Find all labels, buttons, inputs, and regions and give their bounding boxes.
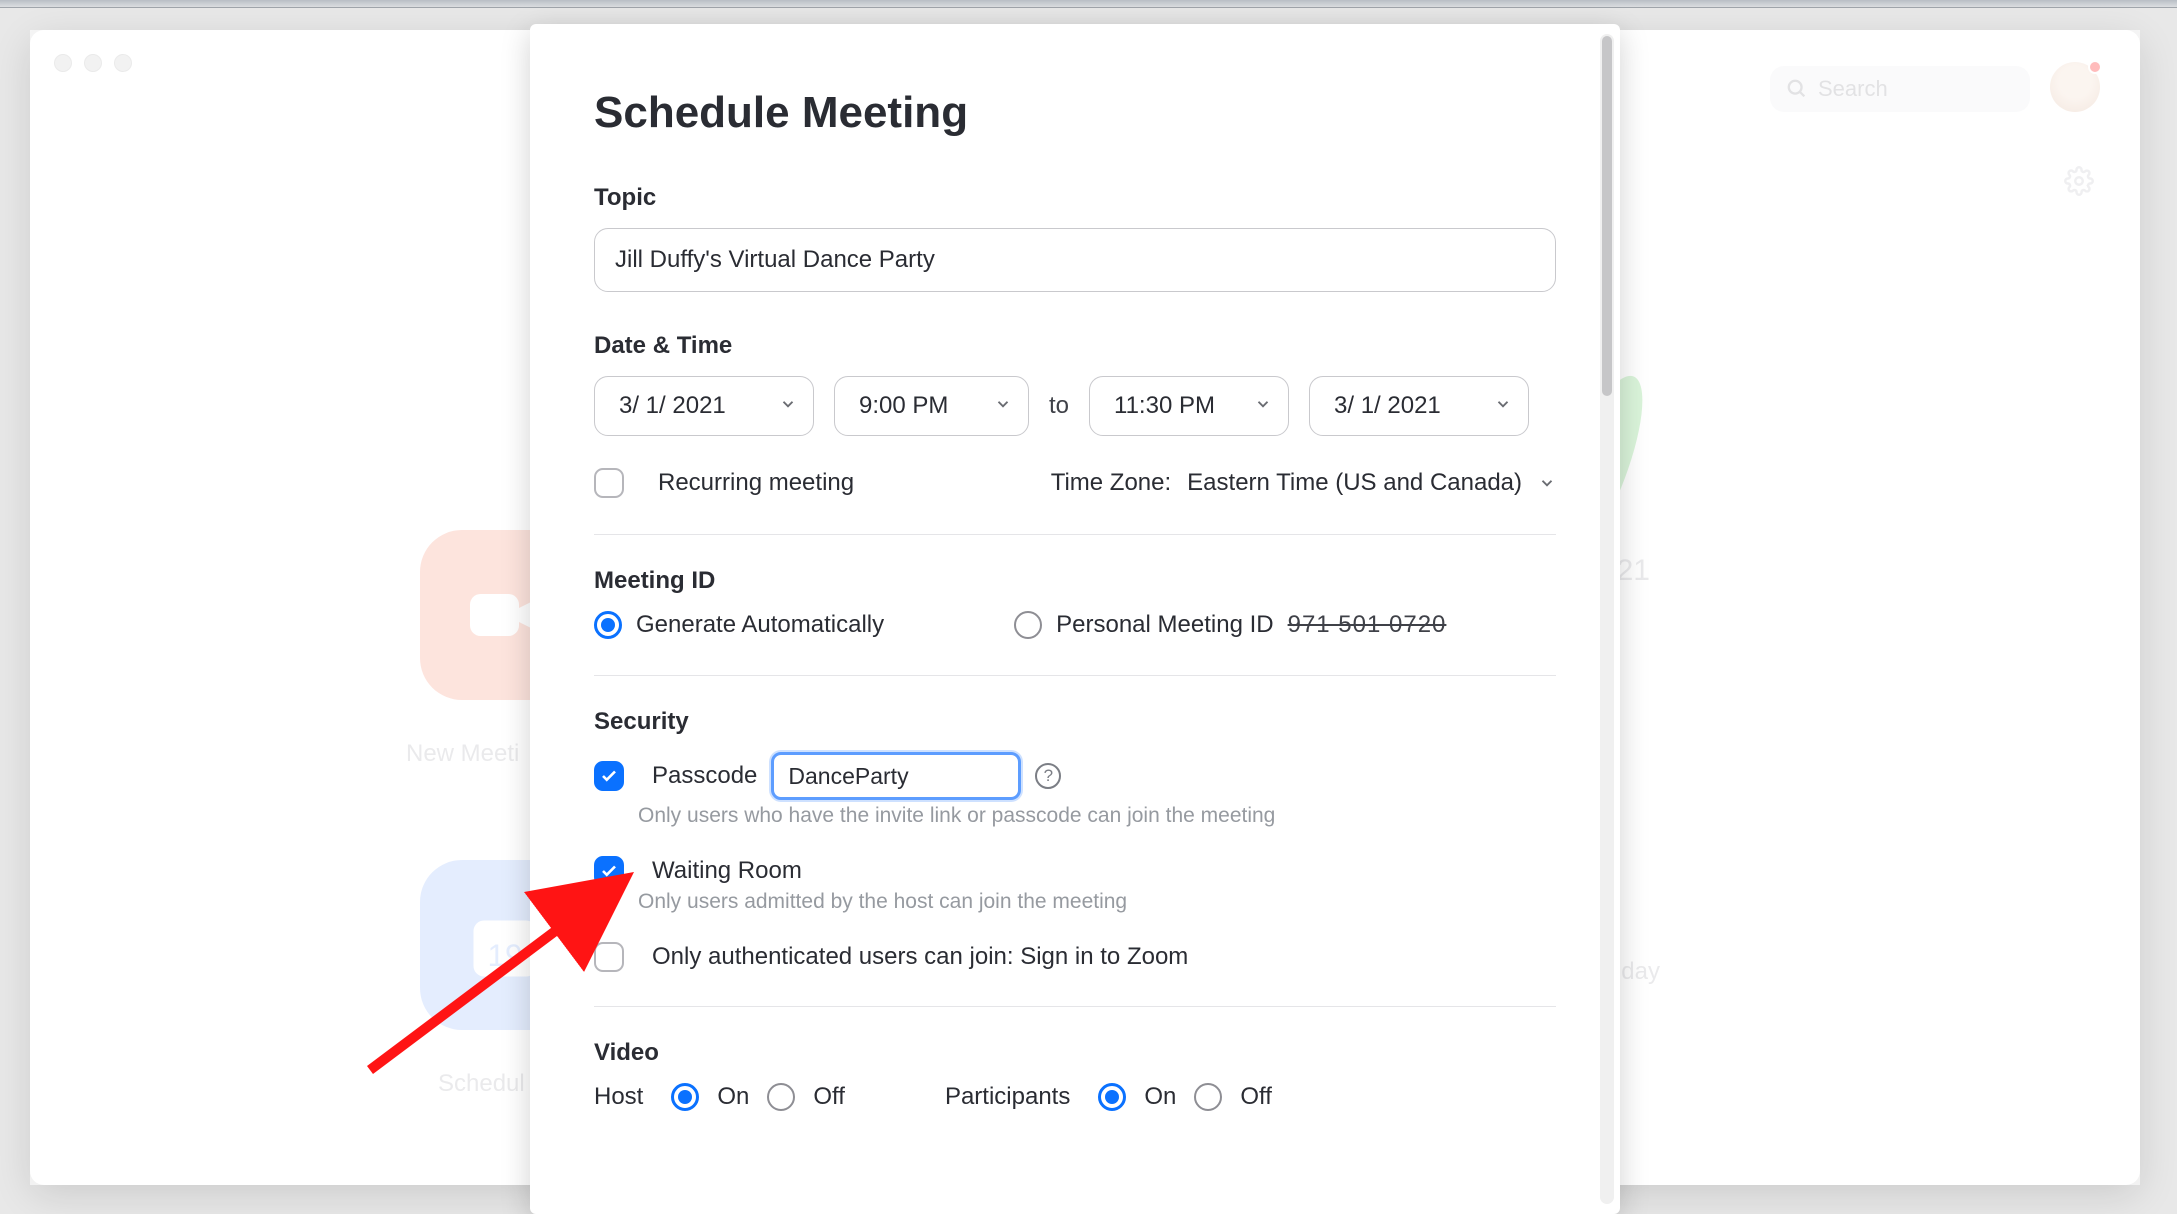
topic-input[interactable] [594,228,1556,292]
auth-users-checkbox[interactable] [594,942,624,972]
auth-users-label: Only authenticated users can join: Sign … [652,943,1188,971]
start-time-dropdown[interactable]: 9:00 PM [834,376,1029,436]
end-time-value: 11:30 PM [1114,392,1215,420]
on-label: On [1144,1083,1176,1111]
menubar [0,0,2177,8]
personal-id-value: 971 501 0720 [1288,611,1447,639]
participants-video-on-radio[interactable] [1098,1083,1126,1111]
waiting-room-label: Waiting Room [652,857,802,885]
chevron-down-icon [779,392,797,420]
chevron-down-icon [1538,474,1556,492]
dialog-scrollbar[interactable] [1600,34,1614,1204]
settings-gear-icon[interactable] [2064,166,2094,204]
svg-text:19: 19 [487,937,522,973]
help-icon[interactable]: ? [1035,763,1061,789]
passcode-label: Passcode [652,762,757,790]
start-date-value: 3/ 1/ 2021 [619,392,726,420]
search-input[interactable]: Search [1770,66,2030,112]
passcode-checkbox[interactable] [594,761,624,791]
start-time-value: 9:00 PM [859,392,948,420]
security-label: Security [594,708,1556,736]
timezone-value: Eastern Time (US and Canada) [1187,469,1522,497]
timezone-prefix: Time Zone: [1051,469,1171,497]
off-label: Off [1240,1083,1272,1111]
personal-id-label: Personal Meeting ID [1056,611,1273,639]
scrollbar-thumb[interactable] [1602,36,1612,396]
notification-dot-icon [2088,60,2102,74]
passcode-hint: Only users who have the invite link or p… [638,804,1556,828]
calendar-date-badge: 21 [1617,554,1650,588]
chevron-down-icon [1494,392,1512,420]
minimize-dot-icon[interactable] [84,54,102,72]
new-meeting-label: New Meeti [406,740,519,768]
passcode-input[interactable] [771,752,1021,800]
recurring-label: Recurring meeting [658,469,854,497]
generate-auto-radio[interactable] [594,611,622,639]
host-label: Host [594,1083,643,1111]
participants-label: Participants [945,1083,1070,1111]
search-icon [1786,78,1808,100]
timezone-dropdown[interactable]: Time Zone: Eastern Time (US and Canada) [1051,469,1556,497]
chevron-down-icon [994,392,1012,420]
window-traffic-lights[interactable] [54,54,132,72]
waiting-room-hint: Only users admitted by the host can join… [638,890,1556,914]
meeting-id-label: Meeting ID [594,567,1556,595]
end-time-dropdown[interactable]: 11:30 PM [1089,376,1289,436]
search-placeholder: Search [1818,76,1888,102]
close-dot-icon[interactable] [54,54,72,72]
generate-auto-label: Generate Automatically [636,611,884,639]
dialog-title: Schedule Meeting [594,88,1556,138]
start-date-dropdown[interactable]: 3/ 1/ 2021 [594,376,814,436]
topic-label: Topic [594,184,1556,212]
end-date-dropdown[interactable]: 3/ 1/ 2021 [1309,376,1529,436]
host-video-off-radio[interactable] [767,1083,795,1111]
recurring-checkbox[interactable] [594,468,624,498]
participants-video-off-radio[interactable] [1194,1083,1222,1111]
personal-id-radio[interactable] [1014,611,1042,639]
on-label: On [717,1083,749,1111]
off-label: Off [813,1083,845,1111]
zoom-main-window: Search New Meeti 19 Schedul 21 day Sched… [30,30,2140,1185]
to-label: to [1049,392,1069,420]
datetime-label: Date & Time [594,332,1556,360]
day-label: day [1621,958,1660,986]
schedule-meeting-dialog: Schedule Meeting Topic Date & Time 3/ 1/… [530,24,1620,1214]
waiting-room-checkbox[interactable] [594,856,624,886]
avatar[interactable] [2050,62,2100,112]
end-date-value: 3/ 1/ 2021 [1334,392,1441,420]
host-video-on-radio[interactable] [671,1083,699,1111]
schedule-label: Schedul [438,1070,525,1098]
video-label: Video [594,1039,1556,1067]
maximize-dot-icon[interactable] [114,54,132,72]
chevron-down-icon [1254,392,1272,420]
